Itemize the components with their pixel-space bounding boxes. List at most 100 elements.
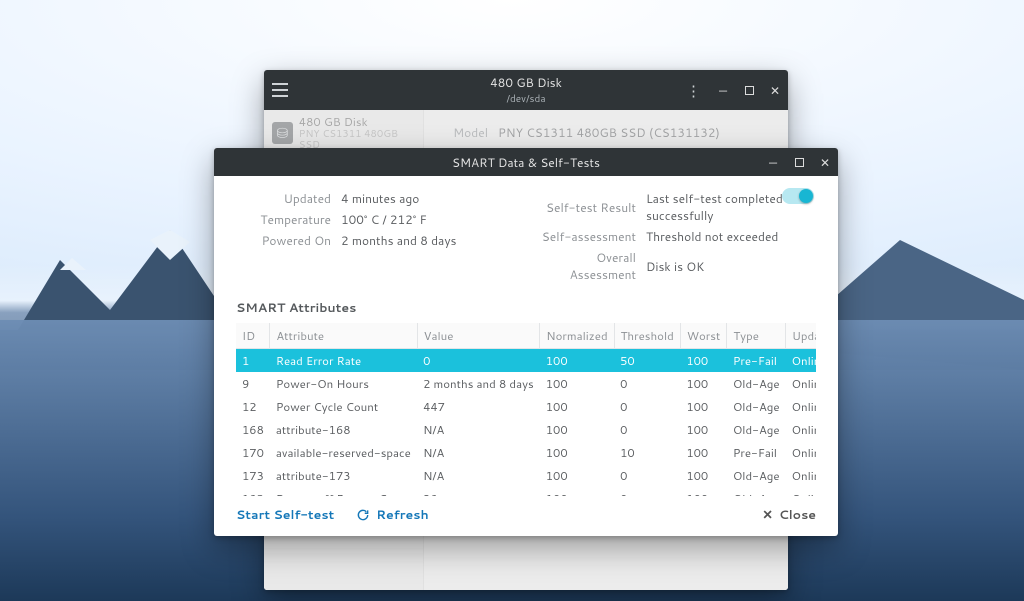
cell-type: Old-Age (727, 395, 786, 418)
cell-threshold: 50 (614, 349, 680, 373)
cell-attr: Power-On Hours (270, 372, 417, 395)
cell-id: 12 (236, 395, 270, 418)
powered-on-value: 2 months and 8 days (341, 232, 456, 249)
cell-norm: 100 (540, 372, 614, 395)
selfassessment-label: Self-assessment (541, 228, 636, 245)
smart-titlebar[interactable]: SMART Data & Self-Tests — ✕ (214, 148, 838, 176)
disks-window-subtitle: /dev/sda (506, 92, 545, 106)
close-label: Close (779, 506, 816, 524)
smart-enabled-toggle[interactable] (782, 188, 814, 204)
cell-value: 0 (417, 349, 540, 373)
cell-updates: Online (786, 372, 816, 395)
close-window-button[interactable]: ✕ (818, 155, 832, 169)
smart-attributes-table: ID Attribute Value Normalized Threshold … (236, 323, 816, 496)
cell-updates: Online (786, 464, 816, 487)
cell-threshold: 0 (614, 487, 680, 496)
cell-norm: 100 (540, 349, 614, 373)
selfassessment-value: Threshold not exceeded (646, 228, 778, 245)
smart-attributes-heading: SMART Attributes (236, 299, 816, 317)
cell-attr: attribute-168 (270, 418, 417, 441)
smart-attributes-table-wrap[interactable]: ID Attribute Value Normalized Threshold … (236, 323, 816, 496)
table-row[interactable]: 12Power Cycle Count4471000100Old-AgeOnli… (236, 395, 816, 418)
updated-value: 4 minutes ago (341, 190, 419, 207)
cell-updates: Online (786, 349, 816, 373)
cell-threshold: 0 (614, 418, 680, 441)
cell-id: 1 (236, 349, 270, 373)
col-worst[interactable]: Worst (680, 323, 727, 349)
cell-threshold: 0 (614, 372, 680, 395)
cell-worst: 100 (680, 441, 727, 464)
col-normalized[interactable]: Normalized (540, 323, 614, 349)
col-updates[interactable]: Updates (786, 323, 816, 349)
col-value[interactable]: Value (417, 323, 540, 349)
cell-value: 447 (417, 395, 540, 418)
cell-norm: 100 (540, 395, 614, 418)
col-attribute[interactable]: Attribute (270, 323, 417, 349)
cell-norm: 100 (540, 487, 614, 496)
cell-value: N/A (417, 441, 540, 464)
cell-id: 173 (236, 464, 270, 487)
temperature-label: Temperature (236, 211, 331, 228)
cell-worst: 100 (680, 372, 727, 395)
cell-id: 192 (236, 487, 270, 496)
smart-actions: Start Self-test Refresh ✕ Close (236, 506, 816, 524)
cell-threshold: 0 (614, 395, 680, 418)
kebab-menu-icon[interactable]: ⋮ (686, 70, 702, 110)
square-icon (795, 158, 804, 167)
cell-attr: Read Error Rate (270, 349, 417, 373)
cell-worst: 100 (680, 349, 727, 373)
hamburger-icon (272, 83, 288, 97)
cell-threshold: 10 (614, 441, 680, 464)
cell-worst: 100 (680, 487, 727, 496)
cell-attr: attribute-173 (270, 464, 417, 487)
cell-type: Old-Age (727, 487, 786, 496)
cell-norm: 100 (540, 464, 614, 487)
refresh-label: Refresh (376, 506, 428, 524)
cell-value: N/A (417, 418, 540, 441)
cell-type: Old-Age (727, 464, 786, 487)
cell-norm: 100 (540, 441, 614, 464)
minimize-button[interactable]: — (716, 83, 730, 97)
close-icon: ✕ (762, 506, 772, 524)
maximize-button[interactable] (742, 83, 756, 97)
minimize-button[interactable]: — (766, 155, 780, 169)
cell-norm: 100 (540, 418, 614, 441)
smart-summary: Updated4 minutes ago Temperature100° C /… (236, 186, 816, 287)
refresh-button[interactable]: Refresh (356, 506, 428, 524)
cell-attr: Power-off Retract Count (270, 487, 417, 496)
overall-label: Overall Assessment (541, 249, 636, 283)
table-row[interactable]: 173attribute-173N/A1000100Old-AgeOnlineO… (236, 464, 816, 487)
col-threshold[interactable]: Threshold (614, 323, 680, 349)
table-row[interactable]: 1Read Error Rate010050100Pre-FailOnlineO… (236, 349, 816, 373)
table-row[interactable]: 168attribute-168N/A1000100Old-AgeOnlineO… (236, 418, 816, 441)
refresh-icon (356, 508, 370, 522)
col-type[interactable]: Type (727, 323, 786, 349)
col-id[interactable]: ID (236, 323, 270, 349)
overall-value: Disk is OK (646, 258, 705, 275)
square-icon (745, 86, 754, 95)
close-button[interactable]: ✕ Close (762, 506, 816, 524)
app-menu-button[interactable] (272, 70, 288, 110)
table-row[interactable]: 9Power-On Hours2 months and 8 days100010… (236, 372, 816, 395)
table-header-row: ID Attribute Value Normalized Threshold … (236, 323, 816, 349)
cell-type: Old-Age (727, 372, 786, 395)
maximize-button[interactable] (792, 155, 806, 169)
smart-dialog: SMART Data & Self-Tests — ✕ Updated4 min… (214, 148, 838, 536)
cell-attr: available-reserved-space (270, 441, 417, 464)
cell-value: N/A (417, 464, 540, 487)
cell-id: 9 (236, 372, 270, 395)
powered-on-label: Powered On (236, 232, 331, 249)
close-window-button[interactable]: ✕ (768, 83, 782, 97)
start-selftest-button[interactable]: Start Self-test (236, 506, 334, 524)
cell-updates: Online (786, 441, 816, 464)
cell-updates: Online (786, 395, 816, 418)
cell-id: 168 (236, 418, 270, 441)
cell-value: 2 months and 8 days (417, 372, 540, 395)
cell-type: Pre-Fail (727, 349, 786, 373)
disks-titlebar[interactable]: 480 GB Disk /dev/sda ⋮ — ✕ (264, 70, 788, 110)
table-row[interactable]: 170available-reserved-spaceN/A10010100Pr… (236, 441, 816, 464)
cell-updates: Online (786, 418, 816, 441)
table-row[interactable]: 192Power-off Retract Count391000100Old-A… (236, 487, 816, 496)
cell-threshold: 0 (614, 464, 680, 487)
temperature-value: 100° C / 212° F (341, 211, 427, 228)
